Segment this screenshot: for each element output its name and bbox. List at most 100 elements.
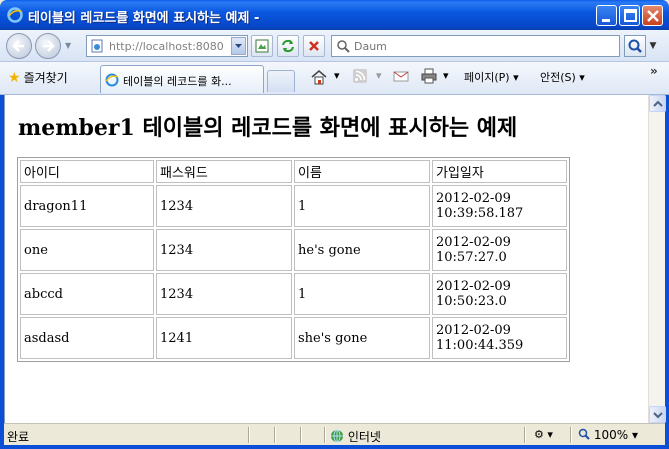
protected-mode-icon[interactable]: ⚙ ▾: [534, 428, 553, 441]
cell-password: 1241: [156, 317, 292, 359]
window-title: 테이블의 레코드를 화면에 표시하는 예제 -: [28, 11, 260, 26]
print-icon[interactable]: [420, 68, 438, 87]
table-row: asdasd 1241 she's gone 2012-02-09 11:00:4…: [20, 317, 567, 359]
search-input[interactable]: [354, 38, 604, 54]
search-provider-icon: [336, 39, 350, 56]
rss-icon[interactable]: [352, 68, 368, 87]
forward-button[interactable]: [35, 33, 61, 59]
page-icon: [90, 39, 104, 56]
zone-label: 인터넷: [347, 430, 381, 444]
cell-password: 1234: [156, 185, 292, 227]
cell-name: 1: [294, 185, 430, 227]
favorites-button[interactable]: ★ 즐겨찾기: [8, 69, 68, 86]
back-arrow-icon: [12, 40, 24, 52]
scroll-down-button[interactable]: [649, 406, 666, 423]
search-options-dropdown[interactable]: ▼: [646, 35, 660, 57]
page-menu[interactable]: 페이지(P) ▾: [464, 69, 519, 85]
compat-view-icon: [255, 39, 269, 53]
maximize-icon: [624, 9, 637, 22]
vertical-scrollbar[interactable]: [648, 95, 666, 423]
table-row: abccd 1234 1 2012-02-09 10:50:23.0: [20, 273, 567, 315]
status-bar: 완료 인터넷 ⚙ ▾ 100% ▾: [4, 423, 665, 445]
star-icon: ★: [8, 70, 21, 86]
safety-menu[interactable]: 안전(S) ▾: [540, 69, 585, 85]
chevron-up-icon: [653, 100, 663, 107]
status-divider: [324, 427, 325, 443]
status-text: 완료: [7, 430, 30, 444]
minimize-icon: [602, 19, 610, 22]
cell-joined: 2012-02-09 10:57:27.0: [432, 229, 567, 271]
page-title: member1 테이블의 레코드를 화면에 표시하는 예제: [18, 115, 518, 141]
zoom-control[interactable]: 100% ▾: [578, 428, 638, 442]
search-icon: [628, 39, 642, 53]
cell-password: 1234: [156, 229, 292, 271]
page-menu-label: 페이지(P): [464, 71, 510, 84]
cell-id: one: [20, 229, 154, 271]
cell-name: she's gone: [294, 317, 430, 359]
stop-button[interactable]: [303, 35, 325, 57]
new-tab-button[interactable]: [267, 70, 295, 92]
scroll-up-button[interactable]: [649, 95, 666, 112]
command-bar: ★ 즐겨찾기 테이블의 레코드를 화... ▾ ▾ ▾ 페이지(P) ▾ 안전(S…: [0, 62, 669, 95]
search-box[interactable]: [331, 35, 620, 57]
zoom-icon: [578, 428, 590, 440]
cell-id: abccd: [20, 273, 154, 315]
cell-joined: 2012-02-09 10:50:23.0: [432, 273, 567, 315]
member-table: 아이디 패스워드 이름 가입일자 dragon11 1234 1 2012-02…: [17, 157, 570, 362]
maximize-button[interactable]: [619, 5, 640, 26]
refresh-icon: [282, 39, 294, 53]
chevron-down-icon: [653, 412, 663, 419]
column-header-name: 이름: [294, 160, 430, 183]
mail-icon[interactable]: [392, 68, 410, 87]
minimize-button[interactable]: [596, 5, 617, 26]
cell-id: asdasd: [20, 317, 154, 359]
security-zone[interactable]: 인터넷: [330, 428, 381, 445]
chevron-more-icon[interactable]: »: [650, 64, 658, 78]
status-divider: [524, 427, 525, 443]
cell-name: he's gone: [294, 229, 430, 271]
cell-password: 1234: [156, 273, 292, 315]
refresh-button[interactable]: [277, 35, 299, 57]
browser-tab[interactable]: 테이블의 레코드를 화...: [100, 65, 264, 93]
back-button[interactable]: [6, 33, 32, 59]
ie-icon: [105, 73, 119, 90]
rss-dropdown[interactable]: ▾: [376, 69, 382, 82]
ie-icon: [7, 7, 23, 23]
title-bar[interactable]: 테이블의 레코드를 화면에 표시하는 예제 -: [0, 0, 669, 30]
column-header-id: 아이디: [20, 160, 154, 183]
cell-name: 1: [294, 273, 430, 315]
globe-icon: [331, 429, 343, 443]
tab-label: 테이블의 레코드를 화...: [123, 75, 232, 88]
close-icon: [647, 10, 659, 22]
table-row: one 1234 he's gone 2012-02-09 10:57:27.0: [20, 229, 567, 271]
status-divider: [300, 427, 301, 443]
zoom-level: 100%: [593, 428, 629, 442]
print-dropdown[interactable]: ▾: [443, 69, 449, 82]
window-frame-bottom: [0, 445, 669, 449]
status-divider: [570, 427, 571, 443]
cell-joined: 2012-02-09 10:39:58.187: [432, 185, 567, 227]
status-divider: [274, 427, 275, 443]
table-header-row: 아이디 패스워드 이름 가입일자: [20, 160, 567, 183]
address-bar[interactable]: [86, 35, 248, 57]
recent-pages-dropdown[interactable]: ▼: [65, 41, 71, 50]
cell-id: dragon11: [20, 185, 154, 227]
address-input[interactable]: [109, 38, 227, 54]
search-button[interactable]: [624, 35, 646, 57]
forward-arrow-icon: [43, 40, 55, 52]
table-row: dragon11 1234 1 2012-02-09 10:39:58.187: [20, 185, 567, 227]
column-header-joined: 가입일자: [432, 160, 567, 183]
cell-joined: 2012-02-09 11:00:44.359: [432, 317, 567, 359]
address-dropdown[interactable]: [231, 37, 246, 55]
chevron-down-icon: [235, 44, 242, 48]
column-header-password: 패스워드: [156, 160, 292, 183]
status-divider: [248, 427, 249, 443]
compat-view-button[interactable]: [251, 35, 273, 57]
page-content: member1 테이블의 레코드를 화면에 표시하는 예제 아이디 패스워드 이…: [4, 95, 648, 423]
home-dropdown[interactable]: ▾: [334, 69, 340, 82]
navigation-bar: ▼ ▼: [0, 30, 669, 62]
close-button[interactable]: [642, 5, 663, 26]
safety-menu-label: 안전(S): [540, 71, 576, 84]
favorites-label: 즐겨찾기: [23, 71, 68, 85]
home-icon[interactable]: [310, 68, 328, 89]
